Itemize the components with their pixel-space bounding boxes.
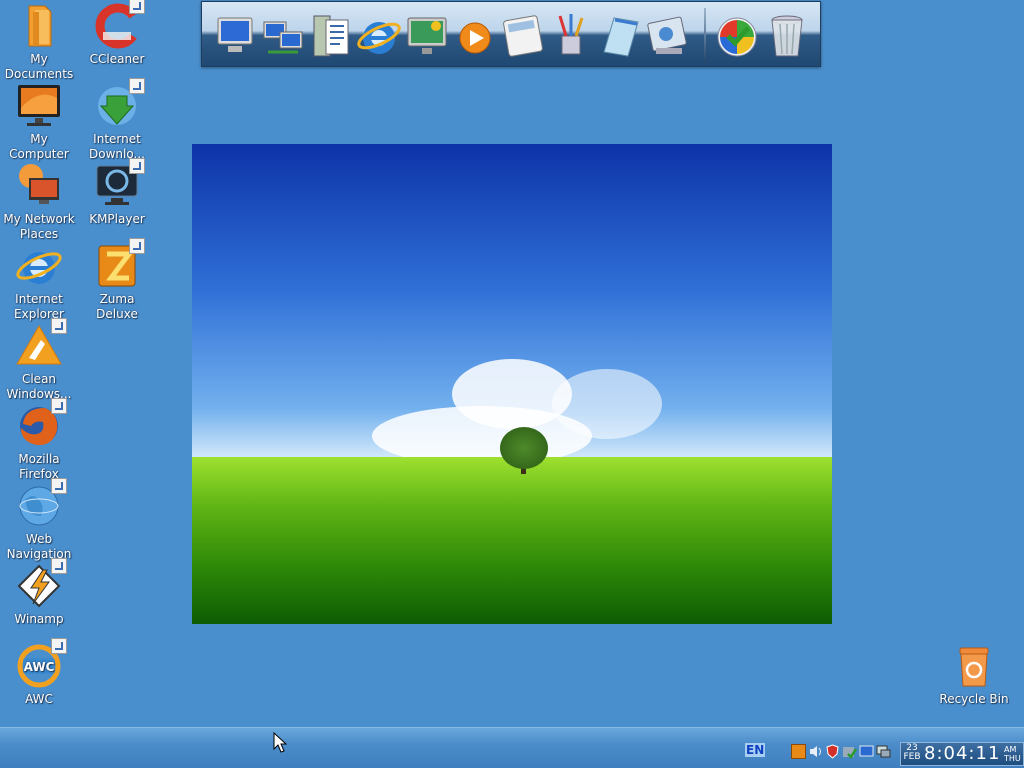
notepad-icon xyxy=(603,17,639,57)
clean-icon xyxy=(15,318,67,370)
volume-icon[interactable] xyxy=(808,744,823,759)
security-check-icon[interactable] xyxy=(842,744,858,759)
wallpaper-image xyxy=(192,144,832,624)
shortcut-arrow-icon xyxy=(51,638,67,654)
trash-icon xyxy=(771,15,803,57)
taskbar-clock[interactable]: 23 FEB 8:04:11 AM THU xyxy=(900,742,1024,766)
desktop-icon-zuma-deluxe[interactable]: Zuma Deluxe xyxy=(78,238,156,322)
desktop-icon-label: My Documents xyxy=(4,52,74,81)
dock-item-display-settings[interactable] xyxy=(404,12,450,60)
svg-text:AWC: AWC xyxy=(24,660,55,674)
winamp-icon xyxy=(15,558,67,610)
desktop-icon-label: KMPlayer xyxy=(89,212,145,226)
desktop-icon-ccleaner[interactable]: CCleaner xyxy=(78,0,156,67)
shortcut-arrow-icon xyxy=(51,478,67,494)
desktop-icon-awc[interactable]: AWC AWC xyxy=(0,638,78,707)
desktop-icon-winamp[interactable]: Winamp xyxy=(0,558,78,627)
globe-icon xyxy=(15,478,67,530)
shortcut-arrow-icon xyxy=(51,318,67,334)
language-indicator[interactable]: EN xyxy=(745,743,766,757)
desktop-icon-label: Winamp xyxy=(14,612,64,626)
clock-ampm: AM THU xyxy=(1004,745,1021,763)
desktop-icon-label: My Computer xyxy=(9,132,69,161)
clock-month: FEB xyxy=(903,752,921,762)
shortcut-arrow-icon xyxy=(51,398,67,414)
dock-bar xyxy=(201,1,821,67)
shortcut-arrow-icon xyxy=(129,0,145,14)
shield-icon[interactable] xyxy=(825,744,840,759)
desktop-icon-kmplayer[interactable]: KMPlayer xyxy=(78,158,156,227)
clock-am-pm: AM xyxy=(1004,745,1017,754)
display-tray-icon[interactable] xyxy=(876,744,891,759)
dock-item-calculator[interactable] xyxy=(500,12,546,60)
ccleaner-icon xyxy=(93,0,145,50)
computer-icon xyxy=(217,17,253,52)
grass-field xyxy=(192,457,832,624)
shortcut-arrow-icon xyxy=(129,78,145,94)
start-orb-icon xyxy=(717,17,757,57)
download-manager-icon xyxy=(93,78,145,130)
desktop-icon-label: CCleaner xyxy=(89,52,145,66)
dock-item-control-panel[interactable] xyxy=(644,12,690,60)
dock-separator xyxy=(704,8,706,62)
folder-icon xyxy=(15,2,63,50)
dock-item-paint[interactable] xyxy=(548,12,594,60)
recycle-bin-icon xyxy=(950,642,998,690)
desktop-icon-my-computer[interactable]: My Computer xyxy=(0,82,78,162)
desktop-icon-mozilla-firefox[interactable]: Mozilla Firefox xyxy=(0,398,78,482)
desktop-icon-web-navigation[interactable]: Web Navigation xyxy=(0,478,78,562)
clock-date: 23 FEB xyxy=(903,744,921,762)
desktop-icon-label: AWC xyxy=(25,692,53,706)
computer-icon xyxy=(15,82,63,130)
dock-item-computer[interactable] xyxy=(212,12,258,60)
dock-item-documents[interactable] xyxy=(308,12,354,60)
awc-icon: AWC xyxy=(15,638,67,690)
dock-item-network[interactable] xyxy=(260,12,306,60)
dock-item-media-player[interactable] xyxy=(452,12,498,60)
network-icon xyxy=(263,21,303,54)
shortcut-arrow-icon xyxy=(51,558,67,574)
dock-item-notepad[interactable] xyxy=(596,12,642,60)
zuma-icon xyxy=(93,238,145,290)
tree-icon xyxy=(500,427,548,469)
desktop-icon-internet-explorer[interactable]: Internet Explorer xyxy=(0,242,78,322)
shortcut-arrow-icon xyxy=(129,158,145,174)
desktop-icon-label: My Network Places xyxy=(3,212,75,241)
media-player-icon xyxy=(459,22,491,54)
network-tray-icon[interactable] xyxy=(859,744,874,759)
desktop-icon-internet-download-manager[interactable]: Internet Downlo... xyxy=(78,78,156,162)
clock-time: 8:04:11 xyxy=(924,743,1001,764)
internet-explorer-icon xyxy=(15,242,63,290)
desktop-icon-clean-windows[interactable]: Clean Windows... xyxy=(0,318,78,402)
desktop-icon-label: Zuma Deluxe xyxy=(96,292,138,321)
control-panel-icon xyxy=(647,16,687,54)
calculator-icon xyxy=(503,15,543,57)
clock-weekday: THU xyxy=(1004,754,1021,763)
dock-item-internet-explorer[interactable] xyxy=(356,12,402,60)
firefox-icon xyxy=(15,398,67,450)
paint-brushes-icon xyxy=(558,14,584,55)
mouse-cursor-icon xyxy=(273,731,288,754)
desktop-icon-recycle-bin[interactable]: Recycle Bin xyxy=(935,642,1013,707)
desktop-icon-my-documents[interactable]: My Documents xyxy=(0,2,78,82)
documents-icon xyxy=(313,15,349,57)
desktop: My Documents My Computer My Network Plac… xyxy=(0,0,1024,727)
dock-item-start[interactable] xyxy=(714,12,760,60)
internet-explorer-icon xyxy=(357,22,401,54)
shortcut-arrow-icon xyxy=(129,238,145,254)
display-settings-icon xyxy=(407,17,447,54)
network-icon xyxy=(15,162,63,210)
zuma-tray-icon[interactable] xyxy=(791,744,806,759)
desktop-icon-label: Recycle Bin xyxy=(939,692,1009,706)
dock-item-trash[interactable] xyxy=(764,12,810,60)
kmplayer-icon xyxy=(93,158,145,210)
cloud-shape xyxy=(552,369,662,439)
desktop-icon-my-network-places[interactable]: My Network Places xyxy=(0,162,78,242)
